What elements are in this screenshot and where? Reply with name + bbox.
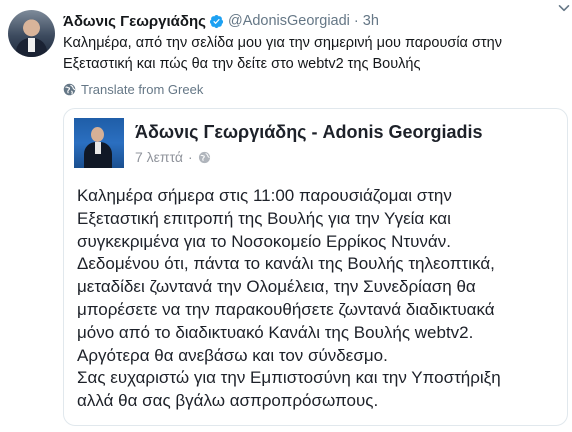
avatar-shirt <box>28 38 35 52</box>
post-line: μπορέσετε να την παρακουθήσετε ζωντανά δ… <box>77 299 495 319</box>
post-line: Σας ευχαριστώ για την Εμπιστοσύνη και τη… <box>77 368 501 388</box>
tweet-header: Άδωνις Γεωργιάδης @AdonisGeorgiadi · 3h <box>63 10 562 32</box>
author-handle[interactable]: @AdonisGeorgiadi <box>228 13 350 29</box>
globe-icon <box>63 83 76 95</box>
chevron-down-icon[interactable] <box>558 2 570 14</box>
post-line: Καλημέρα σήμερα στις 11:00 παρουσιάζομαι… <box>77 186 452 205</box>
page-avatar[interactable] <box>74 118 124 168</box>
author-avatar[interactable] <box>8 10 55 57</box>
post-line: Αργότερα θα ανεβάσω και τον σύνδεσμο. <box>77 345 388 365</box>
tweet-timestamp[interactable]: 3h <box>363 13 379 29</box>
post-meta: 7 λεπτά · <box>135 149 211 165</box>
page-avatar-head <box>91 127 104 142</box>
tweet-text: Καλημέρα, από την σελίδα μου για την σημ… <box>63 35 502 72</box>
author-name[interactable]: Άδωνις Γεωργιάδης <box>63 13 206 30</box>
post-line: συγκεκριμένα για το Νοσοκομείο Ερρίκος Ν… <box>77 231 451 251</box>
translate-link[interactable]: Translate from Greek <box>63 80 203 98</box>
post-body: Καλημέρα σήμερα στις 11:00 παρουσιάζομαι… <box>77 185 562 413</box>
header-separator: · <box>353 13 359 29</box>
post-line: μεταδίδει ζωντανά την Ολομέλεια, την Συν… <box>77 277 476 297</box>
meta-dot: · <box>188 149 193 165</box>
page-name[interactable]: Άδωνις Γεωργιάδης - Adonis Georgiadis <box>135 122 483 143</box>
page-avatar-shirt <box>95 142 101 154</box>
translate-label: Translate from Greek <box>81 81 204 97</box>
post-time[interactable]: 7 λεπτά <box>135 149 183 165</box>
post-line: μόνο από το διαδικτυακό Κανάλι της Βουλή… <box>77 322 474 342</box>
post-line: Εξεταστική επιτροπή της Βουλής για την Υ… <box>77 208 451 228</box>
verified-badge-icon <box>209 14 224 28</box>
embedded-post-card[interactable]: Άδωνις Γεωργιάδης - Adonis Georgiadis 7 … <box>63 108 568 426</box>
post-line: Δεδομένου ότι, πάντα το κανάλι της Βουλή… <box>77 254 495 274</box>
public-globe-icon <box>198 151 210 163</box>
post-line: αλλά θα σας βγάλω ασπροπρόσωπους. <box>77 391 379 411</box>
